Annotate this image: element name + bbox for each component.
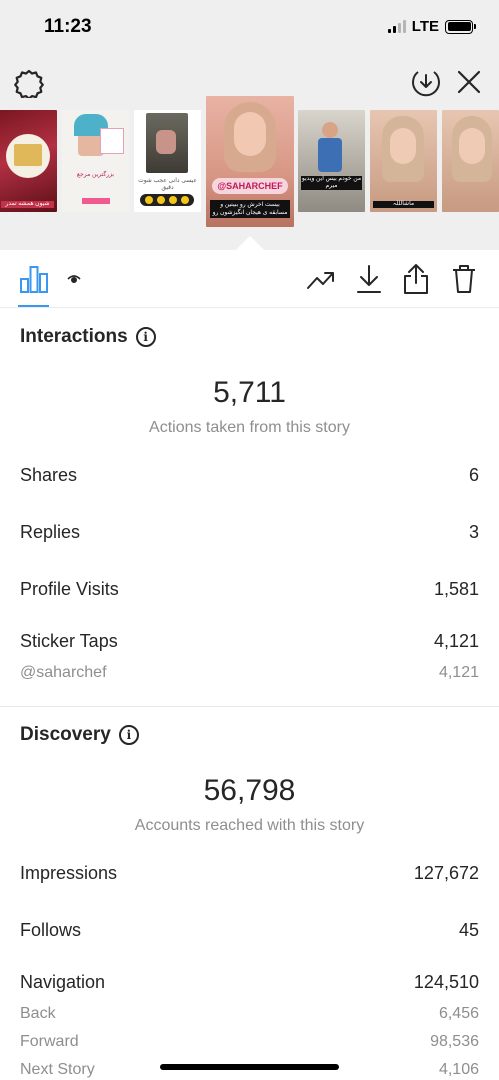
stat-row-profile-visits: Profile Visits 1,581 [20,579,479,600]
stat-label: Next Story [20,1061,95,1078]
stat-row-impressions: Impressions 127,672 [20,863,479,884]
stat-value: 45 [458,920,479,940]
interactions-caption: Actions taken from this story [149,419,350,436]
stat-row-shares: Shares 6 [20,465,479,486]
thumbnail-caption: ماشالللہ [373,201,434,208]
story-thumbnail[interactable]: ماشالللہ [370,110,437,212]
download-circle-icon[interactable] [409,65,443,99]
stat-row-follows: Follows 45 [20,920,479,941]
story-thumbnail[interactable]: من خودم بیس این ویدیو میرم [298,110,365,212]
stat-value: 98,536 [430,1033,479,1050]
stat-value: 3 [468,522,479,542]
close-icon[interactable] [455,68,483,96]
story-thumbnail[interactable]: بزرگترین مرجع [62,110,129,212]
delete-trash-icon[interactable] [449,262,479,296]
viewers-eye-icon[interactable] [66,272,82,286]
active-tab-underline [18,305,49,307]
discovery-total: 56,798 [203,774,296,807]
home-indicator[interactable] [160,1064,339,1070]
save-download-icon[interactable] [354,263,384,295]
trending-icon[interactable] [305,265,337,295]
stat-subrow-forward: Forward 98,536 [20,1033,479,1051]
stat-value: 127,672 [413,863,479,883]
stat-label: Back [20,1005,56,1022]
stat-value: 6,456 [438,1005,479,1022]
thumbnail-caption: من خودم بیس این ویدیو میرم [301,176,362,190]
story-thumbnail-selected[interactable]: @SAHARCHEF بیست اخرش رو ببینین و مسابقه … [206,96,294,227]
status-indicators: LTE [387,18,476,35]
stat-row-navigation: Navigation 124,510 [20,972,479,993]
insights-bar-chart-icon[interactable] [18,263,50,295]
stat-label: Forward [20,1033,79,1050]
stat-label: Impressions [20,863,118,883]
stat-row-sticker-taps: Sticker Taps 4,121 [20,631,479,652]
discovery-title: Discovery [20,724,111,745]
mention-sticker: @SAHARCHEF [212,178,288,194]
stat-row-replies: Replies 3 [20,522,479,543]
battery-icon [445,19,476,34]
thumbnail-caption: شیوں همشه تمدر [1,201,54,208]
thumbnail-caption: بیست اخرش رو ببینین و مسابقه ی هیجان انگ… [210,200,290,218]
interactions-header: Interactions i [20,326,156,348]
discovery-header: Discovery i [20,724,139,746]
stat-value: 1,581 [433,579,479,599]
story-thumbnail[interactable] [442,110,499,212]
thumbnail-caption: بزرگترین مرجع [76,172,115,178]
share-upload-icon[interactable] [401,262,431,296]
stat-value: 4,106 [438,1061,479,1078]
network-label: LTE [411,18,439,35]
stat-value: 6 [468,465,479,485]
status-time: 11:23 [44,16,92,37]
settings-gear-icon[interactable] [12,66,46,100]
story-thumbnails-strip: شیوں همشه تمدر بزرگترین مرجع عیسی دانی ع… [0,96,499,231]
stat-value: 124,510 [413,972,479,992]
info-icon[interactable]: i [118,725,139,745]
stat-value: 4,121 [438,664,479,681]
stat-subrow-back: Back 6,456 [20,1005,479,1023]
stat-label: Sticker Taps [20,631,118,651]
signal-icon [387,20,406,33]
info-icon[interactable]: i [135,327,156,347]
stat-label: Follows [20,920,82,940]
interactions-title: Interactions [20,326,128,347]
interactions-total: 5,711 [213,376,286,409]
story-thumbnail[interactable]: عیسی دانی عجب شوت دقیق [134,110,201,212]
story-thumbnail[interactable]: شیوں همشه تمدر [0,110,57,212]
stat-label: @saharchef [20,664,107,681]
discovery-caption: Accounts reached with this story [134,817,365,834]
stat-label: Shares [20,465,78,485]
stat-value: 4,121 [433,631,479,651]
stat-subrow-sticker-mention: @saharchef 4,121 [20,664,479,682]
thumbnail-caption: عیسی دانی عجب شوت دقیق [138,178,197,191]
stat-label: Replies [20,522,81,542]
stat-label: Profile Visits [20,579,119,599]
stat-label: Navigation [20,972,106,992]
section-divider [0,706,499,707]
